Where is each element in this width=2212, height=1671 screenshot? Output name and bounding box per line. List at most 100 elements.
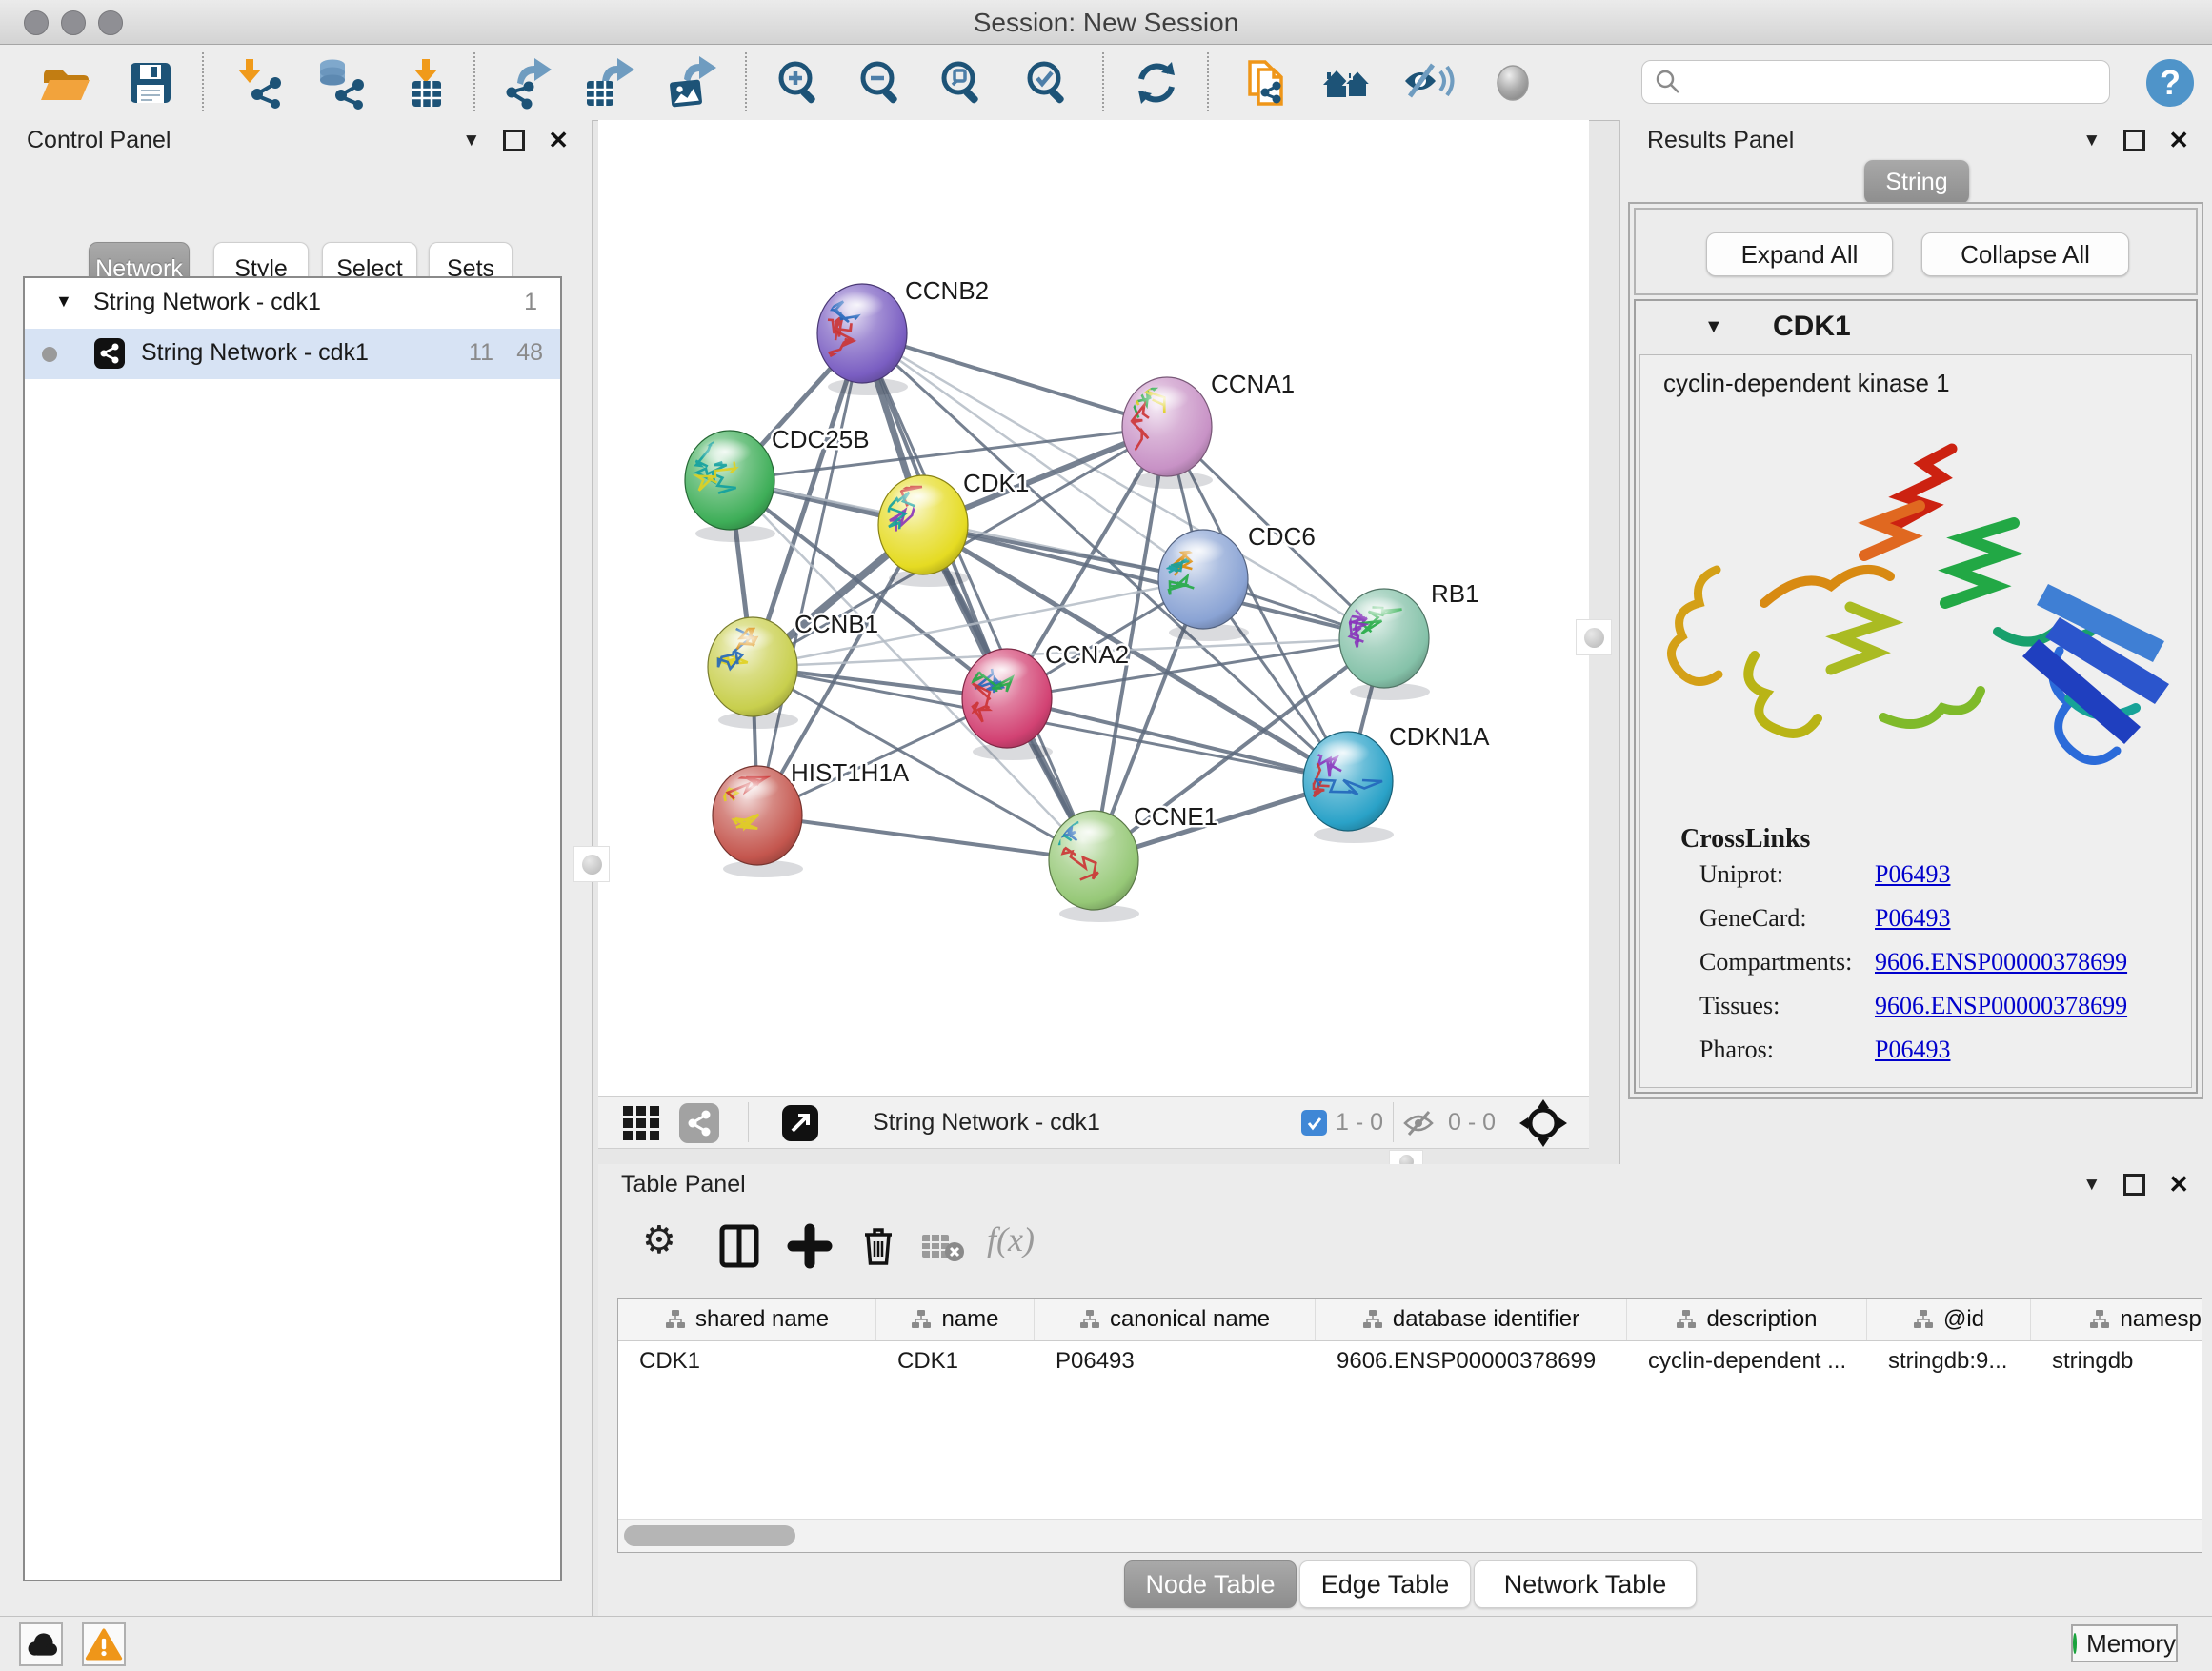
table-cell[interactable]: stringdb:9... — [1867, 1341, 2031, 1381]
column-header-name[interactable]: name — [876, 1299, 1035, 1340]
zoom-fit-button[interactable] — [935, 56, 989, 110]
grid-view-icon[interactable] — [621, 1104, 663, 1142]
delete-column-icon[interactable] — [854, 1221, 903, 1271]
status-bar: Memory — [0, 1616, 2212, 1671]
zoom-out-button[interactable] — [855, 56, 908, 110]
table-options-gear-icon[interactable]: ⚙ — [642, 1219, 676, 1261]
cloud-icon — [22, 1628, 60, 1661]
panel-close-icon[interactable]: ✕ — [2168, 128, 2189, 152]
export-image-button[interactable] — [665, 56, 718, 110]
crosslink-row: Pharos: P06493 — [1699, 1036, 2176, 1079]
show-columns-icon[interactable] — [714, 1221, 764, 1271]
table-cell[interactable]: cyclin-dependent ... — [1627, 1341, 1867, 1381]
help-button[interactable]: ? — [2143, 56, 2197, 110]
edge-HIST1H1A-CCNE1[interactable] — [757, 815, 1094, 860]
export-table-button[interactable] — [583, 56, 636, 110]
node-CCNB2[interactable]: CCNB2 — [817, 276, 989, 395]
crosslink-link[interactable]: P06493 — [1875, 860, 1950, 889]
import-network-file-button[interactable] — [232, 56, 286, 110]
crosslink-link[interactable]: 9606.ENSP00000378699 — [1875, 992, 2127, 1020]
node-RB1[interactable]: RB1 — [1339, 579, 1479, 700]
search-icon — [1654, 68, 1682, 96]
panel-menu-icon[interactable]: ▼ — [2082, 1176, 2101, 1194]
panel-close-icon[interactable]: ✕ — [548, 128, 569, 152]
network-view-mode-icon[interactable] — [678, 1102, 720, 1144]
memory-button[interactable]: Memory — [2071, 1624, 2178, 1662]
crosslink-link[interactable]: P06493 — [1875, 904, 1950, 933]
tab-network-table[interactable]: Network Table — [1474, 1560, 1697, 1608]
selected-items-checkbox[interactable] — [1301, 1110, 1327, 1136]
table-cell[interactable]: CDK1 — [876, 1341, 1035, 1381]
string-home-button[interactable] — [1321, 56, 1375, 110]
panel-float-icon[interactable] — [2123, 1174, 2145, 1196]
crosslink-link[interactable]: P06493 — [1875, 1036, 1950, 1064]
table-cell[interactable]: CDK1 — [618, 1341, 876, 1381]
title-bar[interactable]: Session: New Session — [0, 0, 2212, 45]
gene-description: cyclin-dependent kinase 1 — [1663, 369, 1950, 398]
tab-node-table[interactable]: Node Table — [1124, 1560, 1297, 1608]
panel-menu-icon[interactable]: ▼ — [462, 131, 480, 150]
table-cell[interactable]: stringdb — [2031, 1341, 2202, 1381]
search-input[interactable] — [1682, 68, 2109, 96]
column-header-database-identifier[interactable]: database identifier — [1316, 1299, 1627, 1340]
node-HIST1H1A[interactable]: HIST1H1A — [713, 758, 910, 877]
node-CCNA2[interactable]: CCNA2 — [962, 640, 1129, 760]
save-session-button[interactable] — [124, 56, 177, 110]
column-header--id[interactable]: @id — [1867, 1299, 2031, 1340]
open-session-button[interactable] — [38, 56, 91, 110]
node-CCNB1[interactable]: CCNB1 — [708, 610, 878, 729]
network-row[interactable]: String Network - cdk1 11 48 — [25, 329, 560, 379]
network-collection-row[interactable]: ▼ String Network - cdk1 1 — [25, 278, 560, 329]
gene-section-header[interactable]: ▼ CDK1 — [1636, 301, 2196, 354]
edge-CCNB2-CCNA1[interactable] — [862, 333, 1167, 427]
add-column-icon[interactable] — [785, 1221, 835, 1271]
string-network-graph[interactable]: CCNB2CCNA1CDC25BCDK1CDC6RB1CCNB1CCNA2CDK… — [598, 120, 1589, 1096]
refresh-button[interactable] — [1130, 56, 1183, 110]
panel-float-icon[interactable] — [2123, 130, 2145, 151]
export-network-button[interactable] — [502, 56, 555, 110]
network-view[interactable]: CCNB2CCNA1CDC25BCDK1CDC6RB1CCNB1CCNA2CDK… — [598, 120, 1589, 1096]
table-h-scrollbar[interactable] — [618, 1519, 2202, 1552]
node-CDC25B[interactable]: CDC25B — [685, 425, 870, 542]
column-header-shared-name[interactable]: shared name — [618, 1299, 876, 1340]
right-splitter-handle[interactable] — [1576, 619, 1612, 655]
panel-float-icon[interactable] — [503, 130, 525, 151]
panel-close-icon[interactable]: ✕ — [2168, 1172, 2189, 1197]
scrollbar-thumb[interactable] — [624, 1525, 795, 1546]
node-CDKN1A[interactable]: CDKN1A — [1303, 722, 1490, 843]
share-network-file-button[interactable] — [1240, 56, 1294, 110]
zoom-selected-button[interactable] — [1021, 56, 1075, 110]
detach-view-icon[interactable] — [781, 1104, 819, 1142]
tab-string[interactable]: String — [1864, 160, 1969, 204]
crosslink-link[interactable]: 9606.ENSP00000378699 — [1875, 948, 2127, 976]
column-header-canonical-name[interactable]: canonical name — [1035, 1299, 1316, 1340]
table-cell[interactable]: P06493 — [1035, 1341, 1316, 1381]
cloud-status-button[interactable] — [19, 1622, 63, 1666]
collapse-all-button[interactable]: Collapse All — [1921, 232, 2129, 276]
left-splitter-handle[interactable] — [573, 846, 610, 882]
gene-expander-icon[interactable]: ▼ — [1704, 316, 1723, 338]
toolbar-search[interactable] — [1641, 60, 2110, 104]
tab-edge-table[interactable]: Edge Table — [1299, 1560, 1471, 1608]
edge-CCNB2-HIST1H1A[interactable] — [757, 333, 862, 815]
import-network-database-button[interactable] — [314, 56, 368, 110]
node-label-CCNB2: CCNB2 — [905, 276, 989, 305]
node-CCNE1[interactable]: CCNE1 — [1049, 802, 1217, 922]
table-cell[interactable]: 9606.ENSP00000378699 — [1316, 1341, 1627, 1381]
column-header-description[interactable]: description — [1627, 1299, 1867, 1340]
table-row[interactable]: CDK1CDK1P064939606.ENSP00000378699cyclin… — [618, 1341, 2202, 1381]
expand-all-button[interactable]: Expand All — [1706, 232, 1893, 276]
export-network-icon — [502, 56, 555, 110]
control-panel-header: Control Panel ▼ ✕ — [0, 120, 592, 160]
zoom-in-button[interactable] — [773, 56, 826, 110]
birdseye-navigator-icon[interactable] — [1518, 1098, 1568, 1148]
node-CDC6[interactable]: CDC6 — [1158, 522, 1316, 641]
show-graphics-toggle[interactable] — [1486, 56, 1539, 110]
warnings-button[interactable] — [82, 1622, 126, 1666]
import-table-button[interactable] — [399, 56, 452, 110]
node-CCNA1[interactable]: CCNA1 — [1122, 370, 1295, 489]
column-header-namespace[interactable]: namespace — [2031, 1299, 2202, 1340]
hide-glass-effect-button[interactable] — [1402, 56, 1456, 110]
collection-expander-icon[interactable]: ▼ — [55, 292, 72, 312]
panel-menu-icon[interactable]: ▼ — [2082, 131, 2101, 150]
